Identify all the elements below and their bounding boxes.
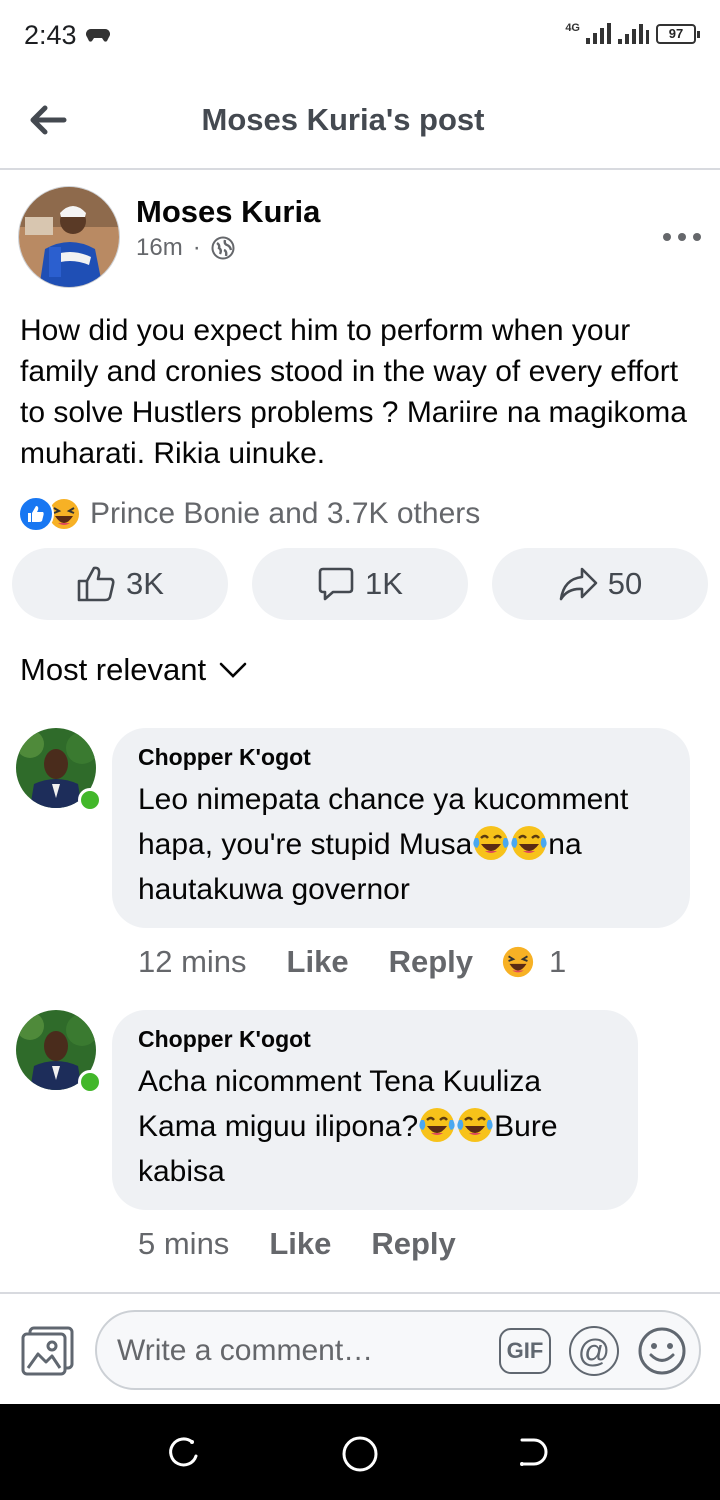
reactions-summary[interactable]: Prince Bonie and 3.7K others [18,496,480,532]
comment-reply-button[interactable]: Reply [371,1226,455,1262]
post-meta: 16m · [136,234,235,262]
status-bar: 2:43 4G 97 [0,0,720,72]
laughing-tears-emoji-icon [418,1106,456,1144]
reactions-text: Prince Bonie and 3.7K others [90,497,481,530]
like-icon [77,566,115,602]
comment-count: 1K [365,566,403,601]
commenter-name[interactable]: Chopper K'ogot [138,1026,610,1053]
comment-reactions[interactable]: 1 [501,944,566,980]
system-nav-bar [0,1404,720,1500]
comment-like-button[interactable]: Like [287,944,349,980]
emoji-icon[interactable] [637,1326,687,1376]
battery-icon: 97 [656,24,700,44]
comment-like-button[interactable]: Like [269,1226,331,1262]
post-time[interactable]: 16m [136,234,183,262]
comment-input-placeholder: Write a comment… [117,1334,374,1367]
comment-bubble: Chopper K'ogot Acha nicomment Tena Kuuli… [112,1010,638,1210]
comment-composer: Write a comment… GIF @ [0,1292,720,1404]
like-count: 3K [126,566,164,601]
like-reaction-icon [18,496,54,532]
comment-time[interactable]: 12 mins [138,944,247,980]
like-button[interactable]: 3K [12,548,228,620]
comment-icon [318,567,354,601]
home-button[interactable] [340,1434,380,1474]
chevron-down-icon [219,662,247,678]
photo-icon[interactable] [20,1324,76,1378]
online-status-dot [78,1070,102,1094]
comment-text: Acha nicomment Tena Kuuliza Kama miguu i… [138,1059,610,1194]
status-indicators: 4G 97 [565,22,700,44]
haha-reaction-icon [502,946,534,978]
laughing-tears-emoji-icon [456,1106,494,1144]
mention-button[interactable]: @ [569,1326,619,1376]
signal-icon [586,23,611,44]
comment-item: Chopper K'ogot Leo nimepata chance ya ku… [16,728,706,988]
signal-icon-2 [618,24,649,44]
share-button[interactable]: 50 [492,548,708,620]
recent-apps-button[interactable] [166,1434,206,1474]
comment-sort-dropdown[interactable]: Most relevant [20,652,248,688]
sort-label: Most relevant [20,652,207,687]
comment-actions: 5 mins Like Reply [138,1226,456,1262]
back-nav-button[interactable] [516,1434,556,1474]
app-header: Moses Kuria's post [0,72,720,170]
post-actions: 3K 1K 50 [12,548,708,622]
post-body: How did you expect him to perform when y… [20,314,687,470]
game-controller-icon [86,26,110,49]
comment-actions: 12 mins Like Reply 1 [138,944,566,980]
author-name[interactable]: Moses Kuria [136,194,320,230]
globe-icon [211,236,235,260]
comment-time[interactable]: 5 mins [138,1226,229,1262]
comment-item: Chopper K'ogot Acha nicomment Tena Kuuli… [16,1010,706,1270]
commenter-name[interactable]: Chopper K'ogot [138,744,662,771]
share-count: 50 [607,566,643,601]
comment-reply-button[interactable]: Reply [389,944,473,980]
more-icon[interactable] [662,216,702,250]
post-header: Moses Kuria 16m · [18,186,702,290]
laughing-tears-emoji-icon [510,824,548,862]
author-avatar[interactable] [18,186,120,288]
comment-button[interactable]: 1K [252,548,468,620]
online-status-dot [78,788,102,812]
status-time: 2:43 [24,20,77,50]
gif-button[interactable]: GIF [499,1328,551,1374]
laughing-tears-emoji-icon [472,824,510,862]
meta-separator: · [192,234,201,261]
comment-bubble: Chopper K'ogot Leo nimepata chance ya ku… [112,728,690,928]
comment-reaction-count: 1 [549,944,567,979]
network-label: 4G [565,22,580,34]
page-title: Moses Kuria's post [201,102,485,137]
comment-text: Leo nimepata chance ya kucomment hapa, y… [138,777,662,912]
comment-input[interactable]: Write a comment… GIF @ [95,1310,701,1390]
share-icon [559,567,598,601]
